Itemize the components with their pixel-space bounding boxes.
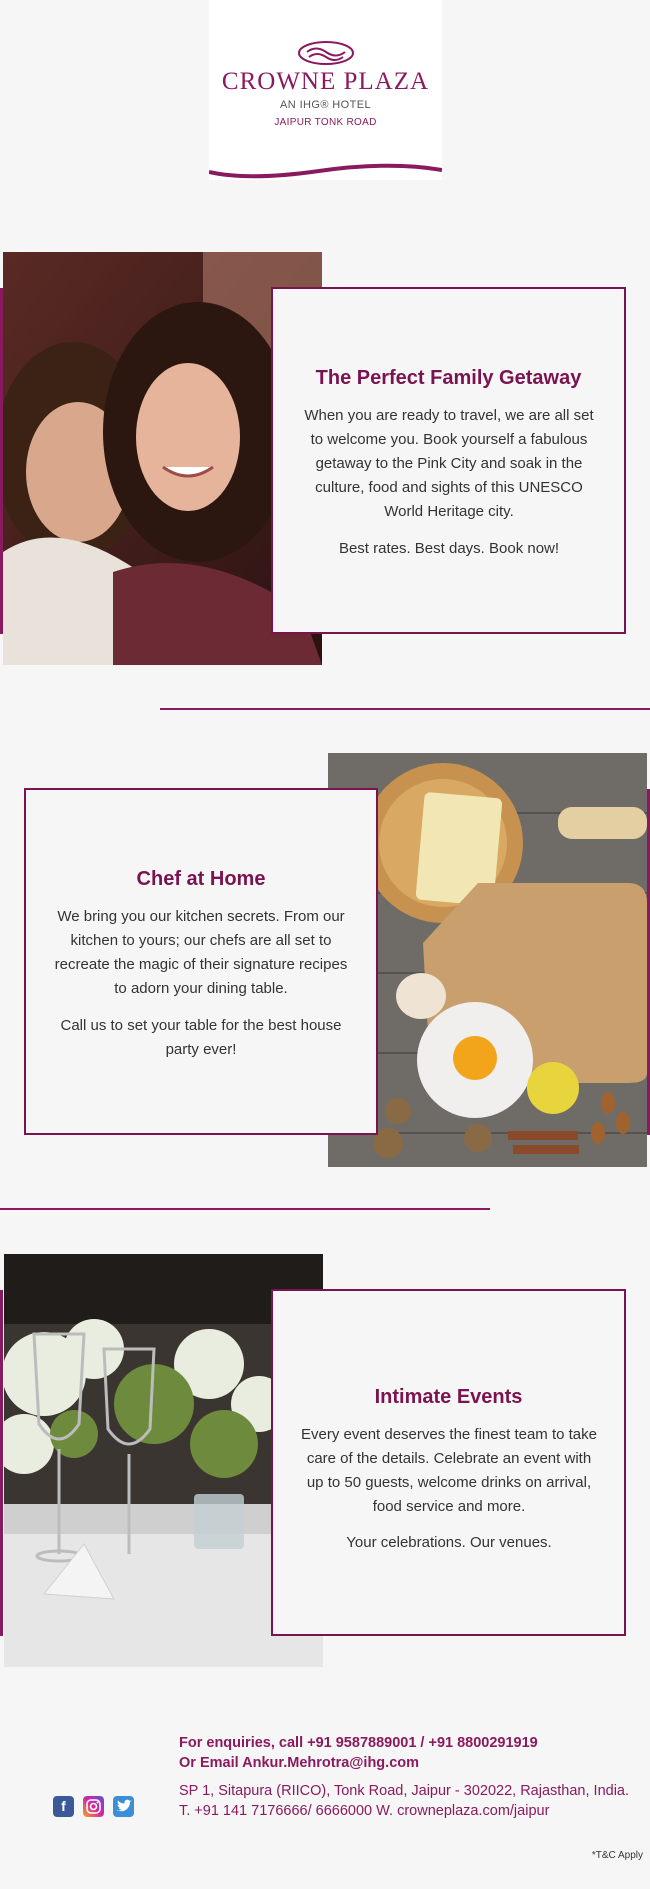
terms-note: *T&C Apply bbox=[591, 1850, 643, 1861]
facebook-icon[interactable]: f bbox=[53, 1796, 74, 1817]
hotel-contact[interactable]: T. +91 141 7176666/ 6666000 W. crownepla… bbox=[179, 1801, 549, 1821]
section-title: The Perfect Family Getaway bbox=[315, 367, 582, 389]
hotel-logo[interactable]: CROWNE PLAZA AN IHG® HOTEL JAIPUR TONK R… bbox=[209, 0, 442, 180]
brand-subline: AN IHG® HOTEL bbox=[280, 99, 371, 111]
section-body: We bring you our kitchen secrets. From o… bbox=[54, 908, 348, 997]
crowne-plaza-emblem-icon bbox=[298, 41, 354, 65]
enquiry-email-link[interactable]: Or Email Ankur.Mehrotra@ihg.com bbox=[179, 1753, 419, 1773]
hotel-address: SP 1, Sitapura (RIICO), Tonk Road, Jaipu… bbox=[179, 1783, 630, 1799]
brand-location: JAIPUR TONK ROAD bbox=[274, 117, 377, 128]
family-getaway-card: The Perfect Family Getaway When you are … bbox=[271, 287, 626, 634]
section-title: Chef at Home bbox=[136, 868, 266, 890]
chef-at-home-card: Chef at Home We bring you our kitchen se… bbox=[24, 788, 378, 1135]
logo-swoosh bbox=[209, 163, 442, 179]
section-body: When you are ready to travel, we are all… bbox=[304, 407, 594, 520]
instagram-icon[interactable] bbox=[83, 1796, 104, 1817]
enquiry-phone-link[interactable]: For enquiries, call +91 9587889001 / +91… bbox=[179, 1733, 538, 1753]
divider-line bbox=[0, 1208, 490, 1210]
section-tagline: Best rates. Best days. Book now! bbox=[338, 540, 560, 557]
twitter-icon[interactable] bbox=[113, 1796, 134, 1817]
section-tagline: Call us to set your table for the best h… bbox=[60, 1017, 342, 1058]
divider-line bbox=[160, 708, 650, 710]
brand-name: CROWNE PLAZA bbox=[221, 68, 430, 95]
intimate-events-card: Intimate Events Every event deserves the… bbox=[271, 1289, 626, 1636]
section-accent-left bbox=[0, 1290, 3, 1636]
section-body: Every event deserves the finest team to … bbox=[301, 1426, 597, 1515]
section-tagline: Your celebrations. Our venues. bbox=[346, 1534, 552, 1551]
section-title: Intimate Events bbox=[374, 1386, 523, 1408]
